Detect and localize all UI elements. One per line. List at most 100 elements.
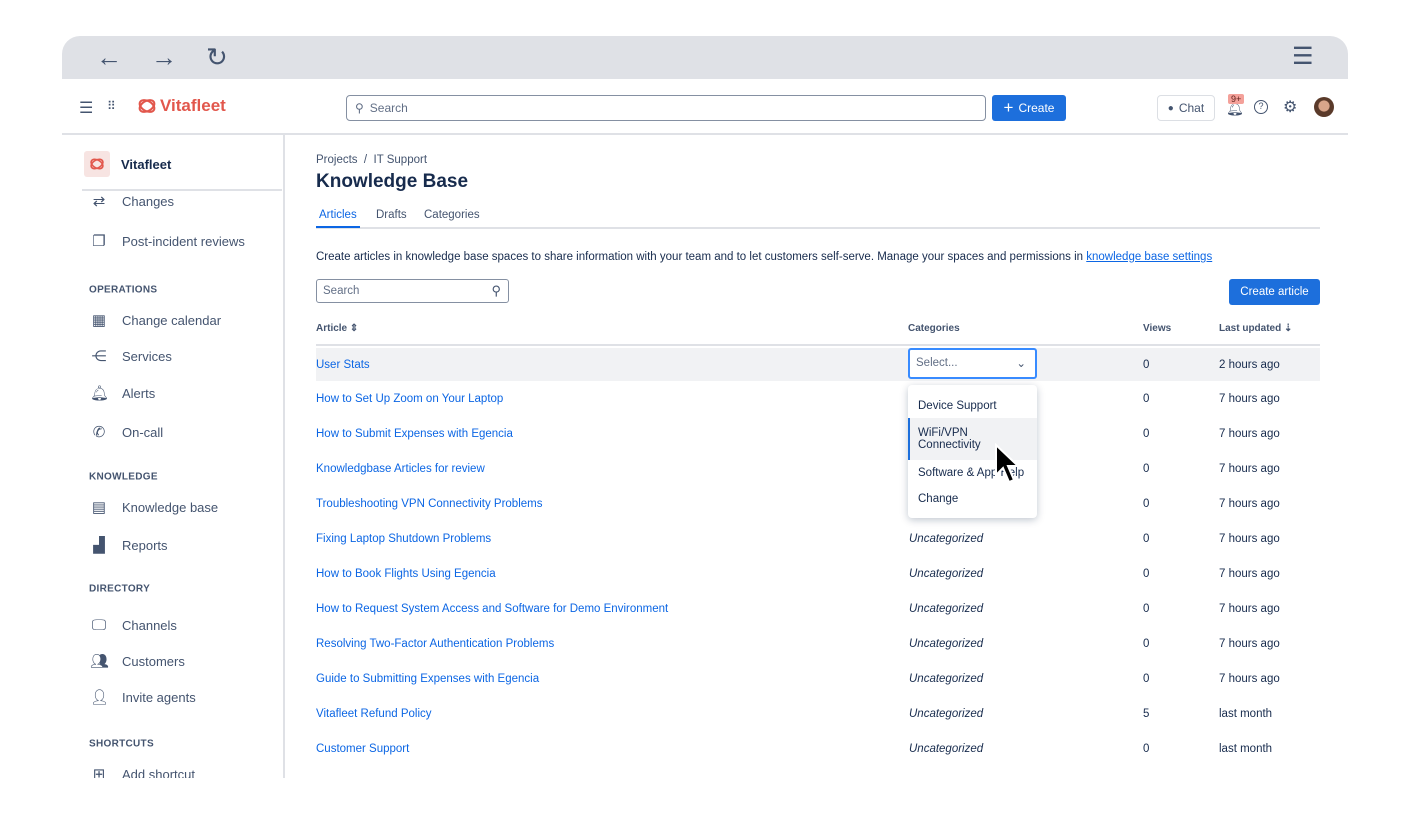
- create-article-button[interactable]: Create article: [1229, 279, 1320, 305]
- tab-categories[interactable]: Categories: [424, 209, 480, 221]
- category-select[interactable]: Select... ⌄: [908, 348, 1037, 379]
- article-title-link[interactable]: How to Request System Access and Softwar…: [316, 603, 668, 615]
- article-last-updated: 2 hours ago: [1219, 358, 1280, 371]
- label: Services: [122, 348, 172, 364]
- settings-gear-icon[interactable]: ⚙: [1283, 97, 1297, 117]
- search-icon: ⚲: [491, 283, 501, 298]
- sidebar-item-reports[interactable]: ▟ Reports: [90, 533, 168, 557]
- article-last-updated: 7 hours ago: [1219, 498, 1280, 510]
- article-category[interactable]: Uncategorized: [909, 533, 983, 545]
- description-text: Create articles in knowledge base spaces…: [316, 251, 1087, 263]
- article-last-updated: 7 hours ago: [1219, 533, 1280, 545]
- table-row: Customer Support Uncategorized 0 last mo…: [316, 733, 1320, 766]
- notification-badge: 9+: [1228, 94, 1245, 104]
- app-switcher-icon[interactable]: ⠿: [107, 99, 116, 113]
- top-navigation: ☰ ⠿ Vitafleet ⚲ Search + Create ● Chat 🔔︎ 9…: [62, 79, 1348, 135]
- search-placeholder: Search: [369, 101, 408, 115]
- article-title-link[interactable]: Customer Support: [316, 743, 409, 755]
- sidebar-item-knowledge-base[interactable]: ▤ Knowledge base: [90, 495, 218, 519]
- vitafleet-logo-icon: [90, 158, 104, 170]
- column-categories: Categories: [908, 323, 960, 334]
- article-category[interactable]: Uncategorized: [909, 743, 983, 755]
- select-placeholder: Select...: [916, 357, 958, 369]
- sidebar-item-add-shortcut[interactable]: ⊞ Add shortcut: [90, 762, 195, 778]
- search-placeholder: Search: [323, 285, 360, 297]
- sidebar-item-change-calendar[interactable]: ▦ Change calendar: [90, 308, 221, 332]
- global-search-input[interactable]: ⚲ Search: [346, 95, 986, 121]
- label: Change calendar: [122, 312, 222, 328]
- column-article[interactable]: Article ⇕: [316, 323, 358, 334]
- create-button[interactable]: + Create: [992, 95, 1066, 121]
- option-device-support[interactable]: Device Support: [908, 393, 1037, 418]
- article-title-link[interactable]: How to Book Flights Using Egencia: [316, 568, 496, 580]
- article-category[interactable]: Uncategorized: [909, 673, 983, 685]
- brand-logo[interactable]: Vitafleet: [137, 96, 226, 116]
- article-views: 0: [1143, 393, 1150, 405]
- vitafleet-logo-icon: [138, 99, 156, 113]
- user-avatar[interactable]: [1314, 97, 1334, 117]
- article-last-updated: 7 hours ago: [1219, 428, 1280, 440]
- table-row: Resolving Two-Factor Authentication Prob…: [316, 628, 1320, 661]
- column-last-updated[interactable]: Last updated ⇣: [1219, 323, 1292, 334]
- reload-icon[interactable]: ↻: [206, 44, 228, 70]
- forward-icon[interactable]: →: [151, 44, 177, 70]
- article-category[interactable]: Uncategorized: [909, 568, 983, 580]
- article-views: 0: [1143, 743, 1150, 755]
- section-shortcuts: SHORTCUTS: [89, 738, 154, 750]
- article-title-link[interactable]: How to Submit Expenses with Egencia: [316, 428, 513, 440]
- article-title-link[interactable]: How to Set Up Zoom on Your Laptop: [316, 393, 503, 405]
- article-title-link[interactable]: User Stats: [316, 359, 370, 371]
- article-category[interactable]: Uncategorized: [909, 603, 983, 615]
- table-row: User Stats 0 2 hours ago: [316, 348, 1320, 381]
- search-icon: ⚲: [355, 101, 364, 115]
- sidebar-item-alerts[interactable]: 🔔︎ Alerts: [90, 381, 155, 405]
- article-last-updated: 7 hours ago: [1219, 638, 1280, 650]
- article-views: 0: [1143, 603, 1150, 615]
- sidebar-item-changes[interactable]: ⇄ Changes: [90, 189, 174, 213]
- back-icon[interactable]: ←: [96, 44, 122, 70]
- browser-menu-icon[interactable]: ☰: [1292, 44, 1314, 70]
- article-views: 0: [1143, 428, 1150, 440]
- label: Alerts: [122, 385, 156, 401]
- sidebar-item-invite-agents[interactable]: 👤︎ Invite agents: [90, 685, 196, 709]
- knowledge-base-settings-link[interactable]: knowledge base settings: [1086, 251, 1212, 263]
- column-views: Views: [1143, 323, 1172, 334]
- sidebar-item-services[interactable]: ⋲ Services: [90, 344, 172, 368]
- article-last-updated: 7 hours ago: [1219, 568, 1280, 580]
- breadcrumb-it-support[interactable]: IT Support: [374, 154, 428, 166]
- table-row: Fixing Laptop Shutdown Problems Uncatego…: [316, 523, 1320, 556]
- article-views: 0: [1143, 358, 1150, 371]
- sidebar-item-on-call[interactable]: ✆ On-call: [90, 420, 163, 444]
- article-last-updated: last month: [1219, 743, 1273, 755]
- breadcrumb-projects[interactable]: Projects: [316, 154, 358, 166]
- article-title-link[interactable]: Troubleshooting VPN Connectivity Problem…: [316, 498, 543, 510]
- table-row: Troubleshooting VPN Connectivity Problem…: [316, 488, 1320, 521]
- article-title-link[interactable]: Knowledgbase Articles for review: [316, 463, 485, 475]
- article-views: 0: [1143, 568, 1150, 580]
- tab-drafts[interactable]: Drafts: [376, 209, 407, 221]
- article-title-link[interactable]: Guide to Submitting Expenses with Egenci…: [316, 673, 539, 685]
- label: Add shortcut: [122, 766, 195, 779]
- tab-articles[interactable]: Articles: [316, 209, 360, 228]
- project-name[interactable]: Vitafleet: [121, 157, 171, 172]
- article-title-link[interactable]: Resolving Two-Factor Authentication Prob…: [316, 638, 554, 650]
- article-category[interactable]: Uncategorized: [909, 708, 983, 720]
- sidebar-item-customers[interactable]: 👥︎ Customers: [90, 649, 185, 673]
- article-title-link[interactable]: Fixing Laptop Shutdown Problems: [316, 533, 491, 545]
- article-search-input[interactable]: Search ⚲: [316, 279, 509, 303]
- sidebar-item-channels[interactable]: 🖵 Channels: [90, 613, 177, 637]
- article-views: 5: [1143, 708, 1150, 720]
- article-title-link[interactable]: Vitafleet Refund Policy: [316, 708, 432, 720]
- label: Article: [316, 323, 348, 334]
- monitor-icon: 🖵: [91, 616, 107, 634]
- option-change[interactable]: Change: [908, 486, 1037, 512]
- hamburger-icon[interactable]: ☰: [79, 98, 93, 118]
- sidebar-item-post-incident-reviews[interactable]: ❐ Post-incident reviews: [90, 229, 245, 253]
- article-category[interactable]: Uncategorized: [909, 638, 983, 650]
- label: Reports: [122, 537, 168, 553]
- plus-icon: +: [1003, 98, 1014, 117]
- browser-toolbar: ← → ↻ ☰: [62, 36, 1348, 79]
- chat-button[interactable]: ● Chat: [1157, 95, 1215, 121]
- knowledge-base-icon: ▤: [91, 499, 107, 516]
- help-icon[interactable]: ?: [1254, 100, 1268, 114]
